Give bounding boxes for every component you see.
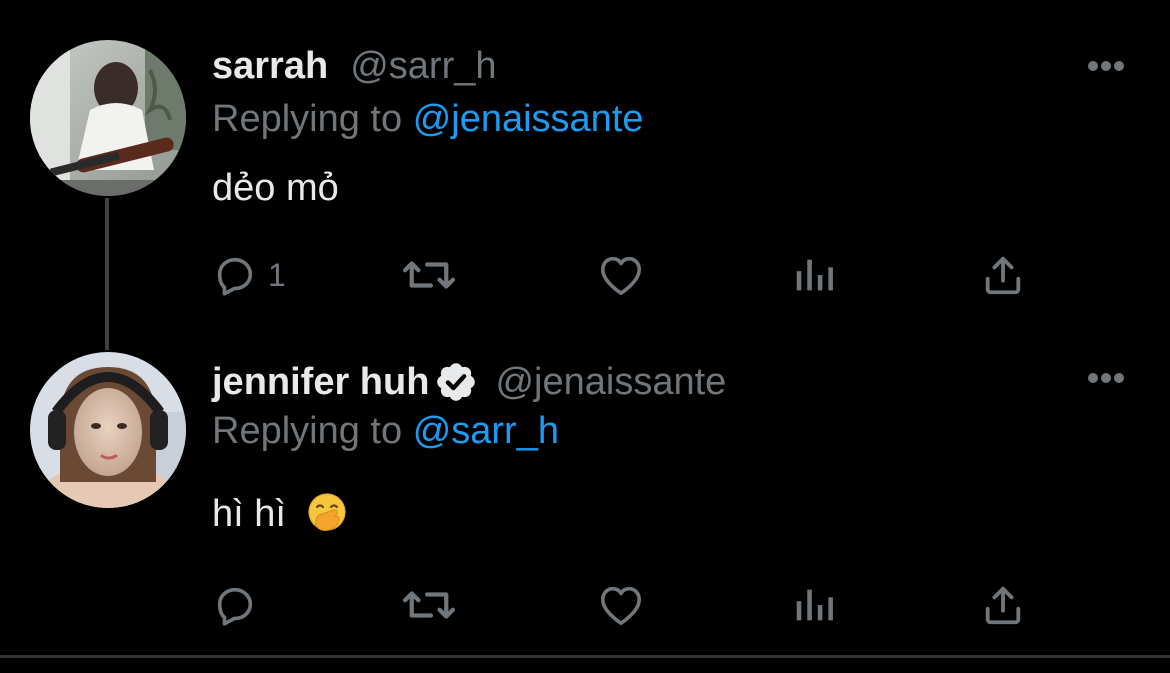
share-icon [985,256,1021,295]
tweet-text: hì hì [212,493,286,535]
like-button[interactable] [596,580,646,630]
user-handle[interactable]: @sarr_h [350,44,496,88]
tweet-header: jennifer huh @jenaissante [212,360,726,404]
reply-button[interactable] [212,580,268,630]
avatar-photo [30,40,186,196]
tweet-actions [0,580,1170,630]
retweet-icon [402,591,456,619]
share-button[interactable] [980,580,1026,630]
avatar[interactable] [30,40,186,196]
share-button[interactable] [980,250,1026,300]
views-button[interactable] [790,250,836,300]
replying-to: Replying to @jenaissante [212,97,644,141]
analytics-icon [796,259,833,291]
analytics-icon [796,589,833,621]
tweet[interactable]: jennifer huh @jenaissante Replying to @s… [0,330,1170,655]
replying-to-link[interactable]: @sarr_h [413,410,559,452]
more-options-icon[interactable] [1086,371,1126,385]
user-handle[interactable]: @jenaissante [495,360,726,404]
display-name[interactable]: jennifer huh [212,360,429,404]
hand-over-mouth-emoji-icon [307,493,346,531]
heart-icon [600,256,642,296]
reply-count: 1 [268,257,286,293]
tweet[interactable]: sarrah @sarr_h Replying to @jenaissante … [0,0,1170,330]
more-options-icon[interactable] [1086,59,1126,73]
tweet-actions: 1 [0,250,1170,300]
retweet-button[interactable] [400,250,458,300]
verified-badge-icon[interactable] [433,360,479,404]
like-button[interactable] [596,250,646,300]
avatar-photo [30,352,186,508]
tweet-header: sarrah @sarr_h [212,44,497,88]
share-icon [985,586,1021,625]
views-button[interactable] [790,580,836,630]
replying-to-link[interactable]: @jenaissante [413,98,644,140]
retweet-icon [402,261,456,289]
replying-to-label: Replying to [212,98,403,140]
reply-icon [217,257,253,296]
retweet-button[interactable] [400,580,458,630]
tweet-text-row: hì hì [212,492,347,536]
avatar[interactable] [30,352,186,508]
tweet-divider [0,655,1170,658]
display-name[interactable]: sarrah [212,44,328,88]
heart-icon [600,586,642,626]
tweet-text: dẻo mỏ [212,167,339,209]
replying-to: Replying to @sarr_h [212,409,559,453]
replying-to-label: Replying to [212,410,403,452]
reply-button[interactable]: 1 [212,250,286,300]
reply-icon [217,587,253,626]
